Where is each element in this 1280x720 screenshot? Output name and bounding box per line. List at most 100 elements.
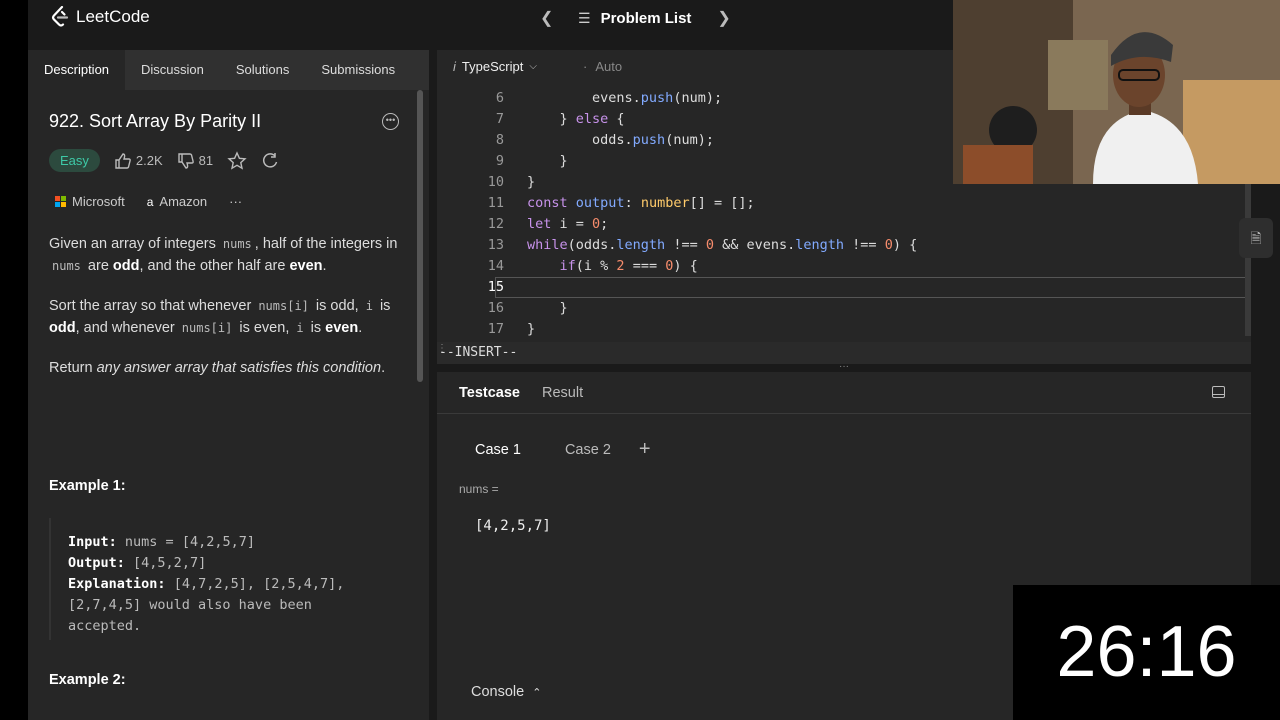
dot-icon: ·: [583, 59, 588, 74]
code-text: }: [527, 321, 536, 337]
prev-problem-icon[interactable]: ❮: [540, 8, 553, 28]
param-input[interactable]: [4,2,5,7]: [475, 518, 551, 534]
line-number: 16: [487, 300, 504, 316]
company-name: Amazon: [159, 194, 208, 209]
webcam-overlay: [953, 0, 1280, 184]
example-label: Output:: [68, 555, 125, 571]
file-icon[interactable]: 🗎: [1239, 218, 1273, 258]
line-number: 11: [487, 195, 504, 211]
line-number: 9: [495, 153, 504, 169]
description-scrollbar[interactable]: [417, 90, 423, 382]
like-count: 2.2K: [135, 153, 163, 168]
code-text: } else {: [527, 111, 625, 127]
line-number: 7: [495, 111, 504, 127]
param-label: nums =: [459, 482, 499, 496]
example-1-title: Example 1:: [49, 478, 126, 494]
testcase-tabs: Testcase Result: [437, 372, 1251, 414]
tab-solutions[interactable]: Solutions: [220, 50, 305, 90]
text: .: [358, 320, 363, 336]
drag-handle-icon[interactable]: ⋮: [437, 344, 447, 354]
more-companies-button[interactable]: ···: [229, 194, 242, 209]
list-icon: ☰: [578, 9, 591, 26]
tab-result[interactable]: Result: [542, 385, 583, 401]
code-line[interactable]: 15: [437, 277, 1251, 298]
left-tabs: Description Discussion Solutions Submiss…: [28, 50, 429, 90]
company-tags: Microsoft a Amazon ···: [55, 194, 242, 209]
tab-description[interactable]: Description: [28, 50, 126, 90]
logo[interactable]: LeetCode: [50, 6, 150, 28]
chevron-down-icon: ⌵: [529, 61, 537, 72]
vertical-resize-handle[interactable]: [429, 50, 437, 720]
code-line[interactable]: 17}: [437, 319, 1251, 340]
inline-code: nums[i]: [258, 299, 309, 313]
example-1-box: Input: nums = [4,2,5,7] Output: [4,5,2,7…: [49, 518, 399, 640]
tab-testcase[interactable]: Testcase: [459, 385, 520, 401]
like-button[interactable]: 2.2K: [114, 152, 163, 170]
console-label: Console: [471, 684, 525, 700]
text: is: [375, 298, 391, 314]
tab-discussion[interactable]: Discussion: [125, 50, 220, 90]
bold-text: odd: [49, 320, 76, 336]
next-problem-icon[interactable]: ❯: [717, 8, 730, 28]
case-1-tab[interactable]: Case 1: [475, 442, 521, 458]
leetcode-logo-icon: [51, 6, 69, 27]
case-2-tab[interactable]: Case 2: [565, 442, 611, 458]
inline-code: i: [296, 321, 304, 335]
meta-row: Easy 2.2K 81: [49, 149, 279, 172]
auto-mode[interactable]: · Auto: [583, 59, 622, 74]
code-text: while(odds.length !== 0 && evens.length …: [527, 237, 918, 253]
problem-title: 922. Sort Array By Parity II: [49, 111, 262, 131]
panel-layout-icon[interactable]: [1212, 386, 1225, 398]
code-line[interactable]: 11 const output: number[] = [];: [437, 193, 1251, 214]
text: are: [83, 258, 113, 274]
star-icon[interactable]: [227, 150, 247, 171]
session-timer: 26:16: [1013, 585, 1280, 720]
share-icon[interactable]: [261, 152, 279, 170]
code-text: let i = 0;: [527, 216, 609, 232]
line-number: 6: [495, 90, 504, 106]
horizontal-resize-handle[interactable]: ···: [437, 362, 1251, 372]
problem-nav: ❮ ☰ Problem List ❯: [540, 8, 731, 28]
tab-submissions[interactable]: Submissions: [305, 50, 411, 90]
dislike-button[interactable]: 81: [177, 152, 213, 170]
line-number: 12: [487, 216, 504, 232]
code-text: }: [527, 300, 568, 316]
bold-text: even: [289, 258, 323, 274]
text: is even,: [235, 320, 294, 336]
text: is odd,: [311, 298, 363, 314]
description-paragraph-2: Sort the array so that whenever nums[i] …: [49, 295, 399, 339]
example-explanation-line: Explanation: [4,7,2,5], [2,5,4,7], [2,7,…: [68, 574, 382, 637]
thumbs-down-icon: [177, 152, 194, 169]
example-value: [4,5,2,7]: [133, 555, 207, 571]
microsoft-logo-icon: [55, 196, 66, 207]
language-selector[interactable]: i TypeScript ⌵: [453, 59, 537, 74]
problem-list-button[interactable]: ☰ Problem List: [578, 10, 691, 27]
company-microsoft[interactable]: Microsoft: [55, 194, 125, 209]
code-line[interactable]: 13 while(odds.length !== 0 && evens.lengt…: [437, 235, 1251, 256]
code-text: evens.push(num);: [527, 90, 723, 106]
example-output-line: Output: [4,5,2,7]: [68, 553, 382, 574]
company-amazon[interactable]: a Amazon: [147, 194, 207, 209]
example-value: nums = [4,2,5,7]: [124, 534, 255, 550]
text: Return: [49, 360, 97, 376]
difficulty-badge: Easy: [49, 149, 100, 172]
code-line[interactable]: 12 let i = 0;: [437, 214, 1251, 235]
code-text: odds.push(num);: [527, 132, 714, 148]
inline-code: i: [365, 299, 373, 313]
active-line-highlight: [495, 277, 1249, 298]
more-options-icon[interactable]: •••: [382, 113, 399, 130]
add-case-icon[interactable]: +: [639, 438, 651, 461]
italic-text: any answer array that satisfies this con…: [96, 360, 382, 376]
text: , and whenever: [75, 320, 179, 336]
code-line[interactable]: 14 if(i % 2 === 0) {: [437, 256, 1251, 277]
console-toggle[interactable]: Console ⌃: [471, 684, 541, 700]
description-panel: Description Discussion Solutions Submiss…: [28, 50, 429, 720]
code-line[interactable]: 16 }: [437, 298, 1251, 319]
description-paragraph-3: Return any answer array that satisfies t…: [49, 357, 399, 379]
chevron-up-icon: ⌃: [532, 686, 542, 699]
line-number: 8: [495, 132, 504, 148]
case-tabs: Case 1 Case 2 +: [475, 438, 651, 461]
auto-label: Auto: [595, 59, 623, 74]
language-label: TypeScript: [461, 59, 524, 74]
line-number: 15: [487, 279, 504, 295]
